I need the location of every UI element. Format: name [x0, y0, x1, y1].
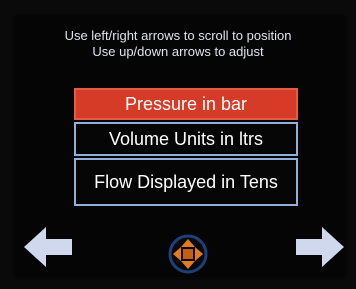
right-arrow-icon[interactable]: [294, 224, 346, 270]
left-arrow-icon[interactable]: [22, 224, 74, 270]
instructions: Use left/right arrows to scroll to posit…: [0, 28, 356, 60]
option-flow-displayed[interactable]: Flow Displayed in Tens: [74, 158, 298, 206]
option-pressure-in-bar[interactable]: Pressure in bar: [74, 88, 298, 120]
instruction-line-2: Use up/down arrows to adjust: [92, 44, 264, 59]
option-label: Volume Units in ltrs: [108, 128, 264, 149]
option-label: Pressure in bar: [124, 93, 248, 114]
option-label: Flow Displayed in Tens: [94, 172, 278, 192]
instruction-line-1: Use left/right arrows to scroll to posit…: [64, 28, 292, 43]
option-volume-units[interactable]: Volume Units in ltrs: [74, 122, 298, 156]
dpad-icon[interactable]: [168, 234, 208, 274]
